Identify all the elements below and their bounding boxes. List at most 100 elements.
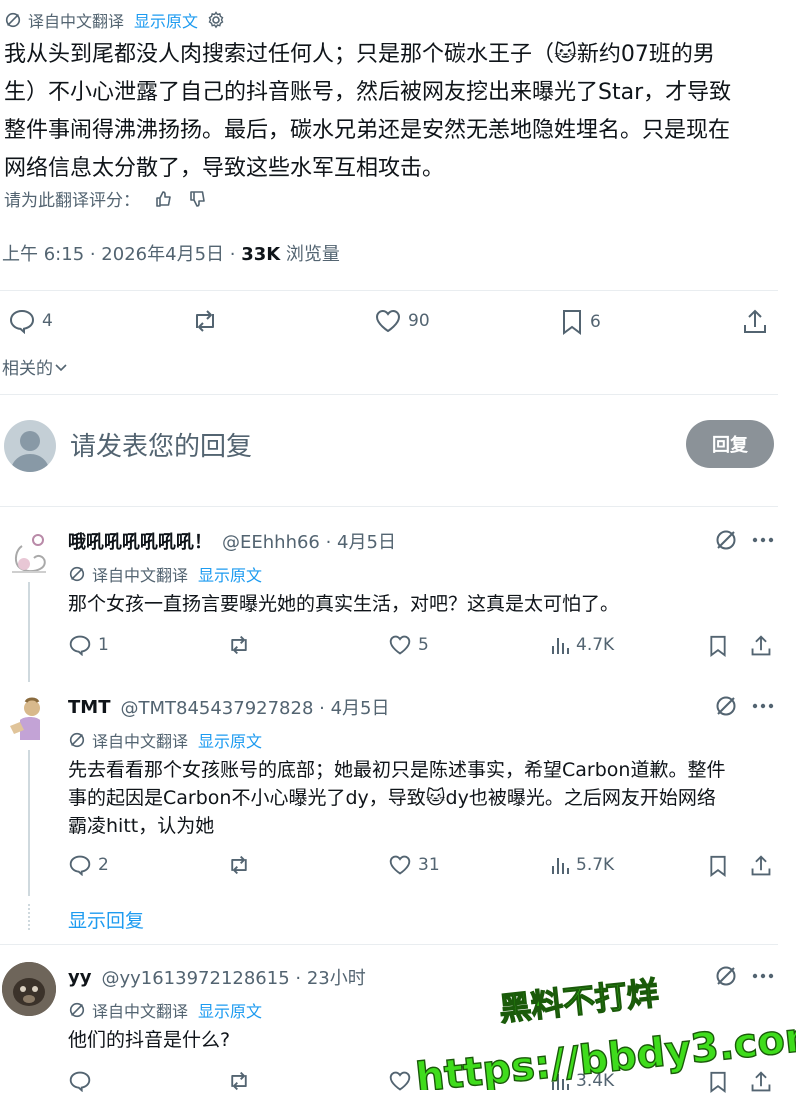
post-body-line: 生）不小心泄露了自己的抖音账号，然后被网友挖出来曝光了Star，才导致	[4, 80, 732, 105]
post-body-line: 网络信息太分散了，导致这些水军互相攻击。	[4, 156, 445, 181]
grok-icon	[68, 565, 86, 583]
bookmark-icon	[708, 634, 728, 658]
translation-row: 译自中文翻译 显示原文	[68, 728, 262, 752]
comment-header: 哦吼吼吼吼吼吼！ @EEhhh66 · 4月5日	[68, 528, 396, 554]
comment-action-bar: 2 31 5.7K	[0, 854, 790, 884]
author-name[interactable]: TMT	[68, 697, 110, 718]
author-handle[interactable]: @yy1613972128615 · 23小时	[101, 964, 365, 990]
show-original-link[interactable]: 显示原文	[198, 998, 262, 1022]
reply-button[interactable]: 2	[68, 854, 109, 876]
share-icon	[750, 1070, 772, 1094]
thumbs-down-icon[interactable]	[188, 189, 208, 209]
thread-line	[28, 582, 30, 682]
retweet-icon	[190, 308, 220, 334]
author-name[interactable]: yy	[68, 967, 91, 988]
reply-count: 1	[98, 635, 109, 655]
views-button[interactable]: 3.4K	[550, 1070, 614, 1092]
divider	[0, 394, 778, 395]
grok-icon[interactable]	[714, 964, 738, 988]
view-count: 5.7K	[576, 855, 615, 875]
reply-icon	[8, 308, 36, 334]
heart-icon	[388, 1070, 412, 1092]
bar-chart-icon	[550, 854, 570, 876]
avatar	[4, 420, 56, 472]
author-handle[interactable]: @EEhhh66 · 4月5日	[222, 528, 396, 554]
comment-body: 那个女孩一直扬言要曝光她的真实生活，对吧？这真是太可怕了。	[68, 593, 620, 615]
like-button[interactable]	[388, 1070, 418, 1092]
translated-label: 译自中文翻译	[92, 732, 189, 751]
post-time: 上午 6:15 · 2026年4月5日 ·	[2, 244, 242, 265]
bookmark-icon	[560, 308, 584, 336]
translation-row: 译自中文翻译 显示原文	[68, 562, 262, 586]
bar-chart-icon	[550, 1070, 570, 1092]
like-count: 90	[408, 311, 430, 331]
author-handle[interactable]: @TMT845437927828 · 4月5日	[120, 694, 389, 720]
grok-icon[interactable]	[714, 694, 738, 718]
reply-icon	[68, 1070, 92, 1092]
views-button[interactable]: 4.7K	[550, 634, 614, 656]
share-button[interactable]	[750, 634, 772, 658]
show-original-link[interactable]: 显示原文	[198, 728, 262, 752]
author-name[interactable]: 哦吼吼吼吼吼吼！	[68, 528, 212, 554]
retweet-button[interactable]	[226, 1070, 252, 1092]
reply-button[interactable]: 1	[68, 634, 109, 656]
gear-icon[interactable]	[206, 10, 226, 30]
retweet-icon	[226, 854, 252, 876]
grok-icon	[68, 731, 86, 749]
more-icon[interactable]	[752, 966, 774, 986]
avatar[interactable]	[2, 962, 56, 1016]
reply-submit-button[interactable]: 回复	[686, 420, 774, 468]
reply-input[interactable]: 请发表您的回复	[70, 426, 252, 463]
reply-icon	[68, 854, 92, 876]
share-button[interactable]	[750, 1070, 772, 1094]
more-icon[interactable]	[752, 696, 774, 716]
share-button[interactable]	[750, 854, 772, 878]
show-original-link[interactable]: 显示原文	[198, 562, 262, 586]
like-button[interactable]: 90	[374, 308, 430, 334]
retweet-button[interactable]	[190, 308, 220, 334]
heart-icon	[388, 854, 412, 876]
like-button[interactable]: 31	[388, 854, 440, 876]
reply-count: 2	[98, 855, 109, 875]
watermark-line1: 黑料不打烊	[497, 974, 660, 1029]
related-dropdown[interactable]: 相关的	[2, 354, 69, 379]
avatar[interactable]	[2, 526, 56, 580]
reply-button[interactable]	[68, 1070, 98, 1092]
bookmark-button[interactable]	[708, 634, 728, 658]
heart-icon	[374, 308, 402, 334]
post-translation-row: 译自中文翻译 显示原文	[4, 8, 226, 32]
reply-button[interactable]: 4	[8, 308, 53, 334]
translated-label: 译自中文翻译	[28, 12, 125, 31]
translation-row: 译自中文翻译 显示原文	[68, 998, 262, 1022]
comment-body-line: 事的起因是Carbon不小心曝光了dy，导致🐱dy也被曝光。之后网友开始网络	[68, 787, 716, 809]
bookmark-button[interactable]	[708, 854, 728, 878]
show-replies-link[interactable]: 显示回复	[68, 906, 144, 933]
reply-count: 4	[42, 311, 53, 331]
comment-action-bar: 3.4K	[0, 1070, 790, 1100]
comment-action-bar: 1 5 4.7K	[0, 634, 790, 664]
views-button[interactable]: 5.7K	[550, 854, 614, 876]
grok-icon	[68, 1001, 86, 1019]
retweet-button[interactable]	[226, 634, 252, 656]
rate-translation-row: 请为此翻译评分：	[4, 186, 208, 211]
retweet-button[interactable]	[226, 854, 252, 876]
avatar[interactable]	[2, 692, 56, 746]
rate-label: 请为此翻译评分：	[4, 191, 140, 211]
like-button[interactable]: 5	[388, 634, 429, 656]
bookmark-button[interactable]: 6	[560, 308, 601, 336]
more-icon[interactable]	[752, 530, 774, 550]
grok-icon	[4, 11, 22, 29]
show-original-link[interactable]: 显示原文	[134, 8, 198, 32]
bookmark-button[interactable]	[708, 1070, 728, 1094]
thumbs-up-icon[interactable]	[154, 189, 174, 209]
post-body-line: 整件事闹得沸沸扬扬。最后，碳水兄弟还是安然无恙地隐姓埋名。只是现在	[4, 118, 731, 143]
share-icon	[750, 854, 772, 878]
thread-dots	[28, 904, 30, 930]
post-meta: 上午 6:15 · 2026年4月5日 · 33K 浏览量	[2, 240, 340, 266]
related-label: 相关的	[2, 359, 53, 379]
grok-icon[interactable]	[714, 528, 738, 552]
share-button[interactable]	[742, 308, 768, 336]
post-body: 我从头到尾都没人肉搜索过任何人；只是那个碳水王子（🐱新约07班的男 生）不小心泄…	[4, 36, 789, 188]
like-count: 31	[418, 855, 440, 875]
comment-body-line: 先去看看那个女孩账号的底部；她最初只是陈述事实，希望Carbon道歉。整件	[68, 759, 726, 781]
